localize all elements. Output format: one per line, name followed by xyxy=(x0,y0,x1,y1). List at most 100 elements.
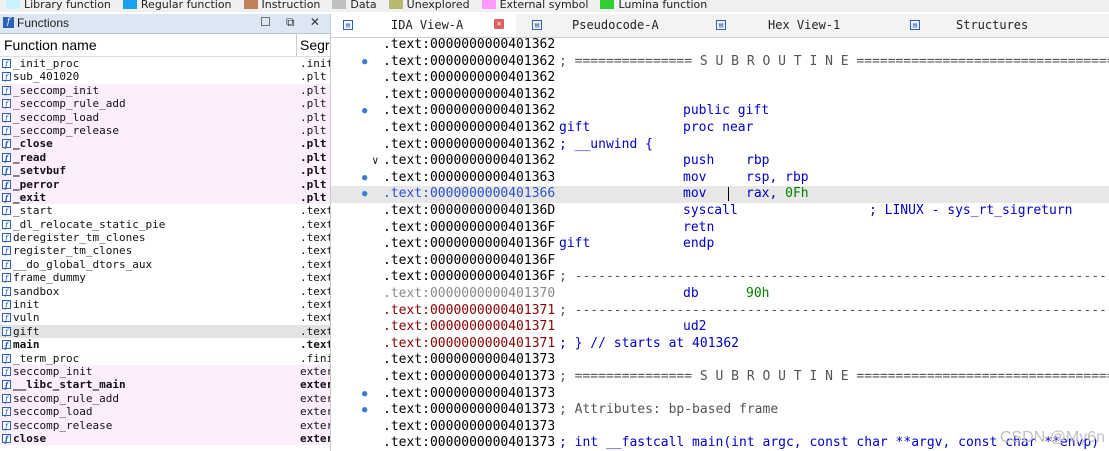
disasm-line[interactable]: .text:0000000000401373 xyxy=(331,352,1109,369)
function-icon: f xyxy=(2,72,11,82)
disasm-line[interactable]: .text:000000000040136F; ----------------… xyxy=(331,269,1109,286)
function-row[interactable]: f _perror .plt xyxy=(0,177,330,191)
breakpoint-dot-icon: ● xyxy=(362,172,368,183)
breakpoint-dot-icon: ● xyxy=(362,405,368,416)
legend-item: Unexplored xyxy=(383,0,470,12)
function-segment: .init xyxy=(300,57,331,70)
disasm-line[interactable]: ∨ .text:0000000000401362 push rbp xyxy=(331,153,1109,170)
function-row[interactable]: f _seccomp_rule_add .plt xyxy=(0,97,330,111)
disasm-line[interactable]: ● .text:0000000000401373; Attributes: bp-… xyxy=(331,402,1109,419)
close-tab-icon[interactable]: ✕ xyxy=(494,19,504,29)
function-row[interactable]: f frame_dummy .text xyxy=(0,271,330,284)
label: gift xyxy=(559,120,591,135)
function-row[interactable]: f register_tm_clones .text xyxy=(0,244,330,257)
function-segment: exter xyxy=(300,378,331,392)
function-row[interactable]: f _exit .plt xyxy=(0,190,330,205)
function-segment: exter xyxy=(300,364,331,378)
panel-window-buttons[interactable]: ☐ ⧉ ✕ xyxy=(260,15,326,30)
function-row[interactable]: f main .text xyxy=(0,338,330,351)
function-row[interactable]: f _close .plt xyxy=(0,137,330,151)
disasm-line[interactable]: .text:0000000000401362; __unwind { xyxy=(331,137,1109,154)
disasm-line[interactable]: .text:0000000000401362 xyxy=(331,38,1109,54)
disasm-line[interactable]: .text:0000000000401373; int __fastcall m… xyxy=(331,435,1109,451)
disasm-line[interactable]: .text:0000000000401371; } // starts at 4… xyxy=(331,336,1109,353)
function-row[interactable]: f _term_proc .fini xyxy=(0,352,330,365)
function-row[interactable]: f deregister_tm_clones .text xyxy=(0,231,330,244)
disasm-line[interactable]: .text:000000000040136F retn xyxy=(331,220,1109,237)
tab-ida-view-a[interactable]: ▤ IDA View-A ✕ xyxy=(331,14,516,37)
disasm-line[interactable]: .text:000000000040136F xyxy=(331,253,1109,270)
function-icon: f xyxy=(2,99,11,109)
function-name: sub_401020 xyxy=(13,70,80,84)
disasm-line[interactable]: .text:000000000040136D syscall ; LINUX - s… xyxy=(331,203,1109,220)
tab-pseudocode-a[interactable]: ▤ Pseudocode-A xyxy=(524,14,704,37)
function-name: vuln xyxy=(13,311,40,325)
tab-hex-view-1[interactable]: ▤ Hex View-1 xyxy=(706,14,896,37)
function-segment: .text xyxy=(300,231,331,245)
legend-label: Library function xyxy=(24,0,111,11)
disasm-line[interactable]: .text:0000000000401362 gift proc near xyxy=(331,120,1109,137)
column-header-segment[interactable]: Segr xyxy=(300,37,330,53)
ida-view-disassembly[interactable]: .text:0000000000401373; int __fastcall m… xyxy=(331,38,1109,451)
disasm-line[interactable]: .text:0000000000401371 ud2 xyxy=(331,319,1109,336)
function-row[interactable]: f _start .text xyxy=(0,204,330,217)
disasm-line[interactable]: ● .text:0000000000401373 xyxy=(331,386,1109,403)
column-separator[interactable] xyxy=(296,34,297,56)
function-name: _seccomp_init xyxy=(13,83,100,97)
disasm-line[interactable]: .text:000000000040136F gift endp xyxy=(331,236,1109,253)
function-row[interactable]: f _seccomp_release .plt xyxy=(0,123,330,138)
disasm-line[interactable]: .text:0000000000401362 xyxy=(331,70,1109,87)
function-icon: f xyxy=(2,179,11,189)
legend-label: Data xyxy=(350,0,377,11)
function-row[interactable]: f sub_401020 .plt xyxy=(0,70,330,83)
function-name: _term_proc xyxy=(13,351,80,365)
tab-structures[interactable]: ▤ Structures xyxy=(898,14,1109,37)
watermark: CSDN @My6n xyxy=(999,429,1105,446)
disasm-line[interactable]: ● .text:0000000000401363 mov rsp, rbp xyxy=(331,170,1109,187)
disasm-line[interactable]: ● .text:0000000000401366 mov rax, 0Fh xyxy=(331,186,1109,203)
function-row[interactable]: f sandbox .text xyxy=(0,285,330,298)
operands: rax, 0Fh xyxy=(746,186,809,203)
view-icon: ▤ xyxy=(910,20,920,30)
function-row[interactable]: f close exter xyxy=(0,431,330,446)
function-row[interactable]: f _seccomp_load .plt xyxy=(0,110,330,124)
function-segment: .text xyxy=(300,284,331,298)
function-row[interactable]: f gift .text xyxy=(0,324,331,339)
function-row[interactable]: f seccomp_load exter xyxy=(0,405,330,419)
text-cursor xyxy=(728,187,729,202)
function-row[interactable]: f seccomp_init exter xyxy=(0,364,331,379)
collapse-chevron-icon[interactable]: ∨ xyxy=(372,153,379,170)
legend-swatch xyxy=(122,0,137,9)
function-row[interactable]: f init .text xyxy=(0,298,330,311)
operand-number: 0Fh xyxy=(785,186,809,202)
disasm-line[interactable]: .text:0000000000401371; ----------------… xyxy=(331,303,1109,320)
operands: rsp, rbp xyxy=(746,170,809,187)
address: .text:0000000000401362 xyxy=(383,103,556,119)
function-row[interactable]: f seccomp_rule_add exter xyxy=(0,391,330,406)
mnemonic: mov xyxy=(683,186,707,202)
function-name: init xyxy=(13,298,40,312)
function-row[interactable]: f _seccomp_init .plt xyxy=(0,83,330,98)
function-row[interactable]: f seccomp_release exter xyxy=(0,418,330,432)
function-row[interactable]: f __libc_start_main exter xyxy=(0,378,331,392)
function-icon: f xyxy=(2,407,11,417)
function-name: seccomp_init xyxy=(13,364,93,378)
view-icon: ▤ xyxy=(343,20,353,30)
function-row[interactable]: f _setvbuf .plt xyxy=(0,164,330,178)
disasm-line[interactable]: .text:0000000000401373 xyxy=(331,419,1109,436)
function-row[interactable]: f _read .plt xyxy=(0,150,330,165)
function-row[interactable]: f _dl_relocate_static_pie .text xyxy=(0,218,330,231)
function-row[interactable]: f __do_global_dtors_aux .text xyxy=(0,258,330,271)
disasm-line[interactable]: .text:0000000000401370 db 90h xyxy=(331,286,1109,303)
function-segment: .plt xyxy=(300,150,327,164)
disasm-line[interactable]: .text:0000000000401373; =============== … xyxy=(331,369,1109,386)
disasm-line[interactable]: ● .text:0000000000401362 public gift xyxy=(331,103,1109,120)
disasm-line[interactable]: .text:0000000000401362 xyxy=(331,87,1109,104)
function-row[interactable]: f vuln .text xyxy=(0,311,330,324)
function-row[interactable]: f _init_proc .init xyxy=(0,57,330,70)
function-icon: f xyxy=(2,366,11,377)
column-header-function-name[interactable]: Function name xyxy=(4,37,97,53)
function-segment: .text xyxy=(300,324,331,338)
function-icon: f xyxy=(2,273,11,283)
disasm-line[interactable]: ● .text:0000000000401362; ===============… xyxy=(331,54,1109,71)
